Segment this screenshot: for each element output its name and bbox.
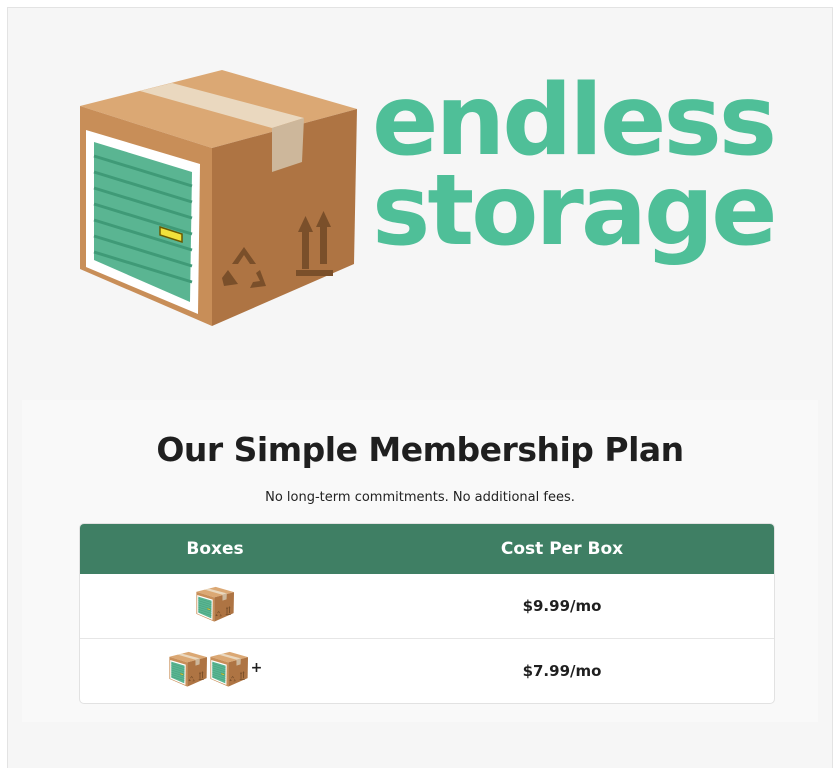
table-row: $9.99/mo bbox=[80, 574, 774, 639]
plus-sign: + bbox=[250, 660, 263, 676]
pricing-table: Boxes Cost Per Box $9.99/mo + $7.99/mo bbox=[80, 524, 774, 703]
table-header-row: Boxes Cost Per Box bbox=[80, 524, 774, 574]
storage-box-icon bbox=[72, 64, 362, 329]
box-icon-group bbox=[195, 586, 235, 622]
boxes-cell: + bbox=[80, 638, 350, 703]
storage-box-icon bbox=[168, 651, 208, 687]
box-icon-group: + bbox=[168, 651, 263, 687]
brand-wordmark: endless storage bbox=[372, 64, 778, 268]
brand-line-1: endless bbox=[372, 64, 777, 178]
plan-subtitle: No long-term commitments. No additional … bbox=[265, 490, 575, 505]
column-header-cost: Cost Per Box bbox=[350, 524, 774, 574]
membership-plan-card: Our Simple Membership Plan No long-term … bbox=[22, 400, 818, 722]
storage-box-icon bbox=[209, 651, 249, 687]
page: endless storage Our Simple Membership Pl… bbox=[7, 7, 833, 768]
price-cell: $9.99/mo bbox=[522, 597, 602, 615]
price-cell: $7.99/mo bbox=[350, 638, 774, 703]
brand-logo[interactable]: endless storage bbox=[72, 64, 782, 334]
storage-box-icon bbox=[195, 586, 235, 622]
table-row: + $7.99/mo bbox=[80, 638, 774, 703]
plan-title: Our Simple Membership Plan bbox=[156, 430, 684, 469]
column-header-boxes: Boxes bbox=[80, 524, 350, 574]
boxes-cell bbox=[80, 574, 350, 639]
brand-line-2: storage bbox=[372, 154, 778, 268]
